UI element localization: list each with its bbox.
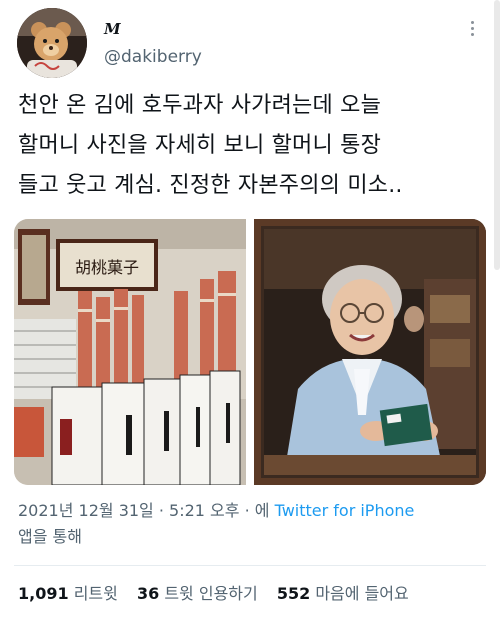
shop-photo[interactable]: 胡桃菓子: [14, 219, 246, 485]
tweet-container: M @dakiberry 천안 온 김에 호두과자 사가려는데 오늘 할머니 사…: [0, 0, 500, 624]
scrollbar[interactable]: [494, 0, 500, 270]
tweet-source-link[interactable]: Twitter for iPhone: [275, 501, 415, 520]
quote-tweets-count: 36: [136, 584, 160, 603]
tweet-text-line: 천안 온 김에 호두과자 사가려는데 오늘: [18, 93, 382, 118]
tweet-text-line: 들고 웃고 계심. 진정한 자본주의의 미소..: [18, 173, 403, 198]
tweet-text: 천안 온 김에 호두과자 사가려는데 오늘 할머니 사진을 자세히 보니 할머니…: [18, 86, 496, 206]
teddy-bear-icon: [17, 8, 87, 78]
author-avatar[interactable]: [17, 8, 87, 78]
tweet-metadata: 2021년 12월 31일 · 5:21 오후 · 에 Twitter for …: [18, 498, 488, 550]
engagement-stats: 1,091 리트윗 36 트윗 인용하기 552 마음에 들어요: [18, 580, 423, 604]
author-display-name[interactable]: M: [104, 20, 121, 38]
quote-tweets-label: 트윗 인용하기: [164, 584, 258, 603]
author-handle[interactable]: @dakiberry: [104, 47, 202, 67]
likes-stat[interactable]: 552 마음에 들어요: [277, 584, 409, 603]
shop-sign: 胡桃菓子: [75, 258, 139, 277]
likes-count: 552: [276, 584, 311, 603]
more-options-icon[interactable]: [466, 18, 478, 40]
divider: [14, 565, 486, 566]
likes-label: 마음에 들어요: [315, 584, 409, 603]
retweets-count: 1,091: [18, 584, 69, 603]
tweet-text-line: 할머니 사진을 자세히 보니 할머니 통장: [18, 133, 382, 158]
tweet-media: 胡桃菓子: [14, 219, 486, 485]
retweets-label: 리트윗: [73, 584, 118, 603]
grandmother-photo[interactable]: [254, 219, 486, 485]
retweets-stat[interactable]: 1,091 리트윗: [18, 584, 123, 603]
quote-tweets-stat[interactable]: 36 트윗 인용하기: [137, 584, 263, 603]
tweet-timestamp[interactable]: 2021년 12월 31일 · 5:21 오후 · 에: [18, 501, 269, 520]
tweet-source-suffix: 앱을 통해: [18, 527, 82, 546]
